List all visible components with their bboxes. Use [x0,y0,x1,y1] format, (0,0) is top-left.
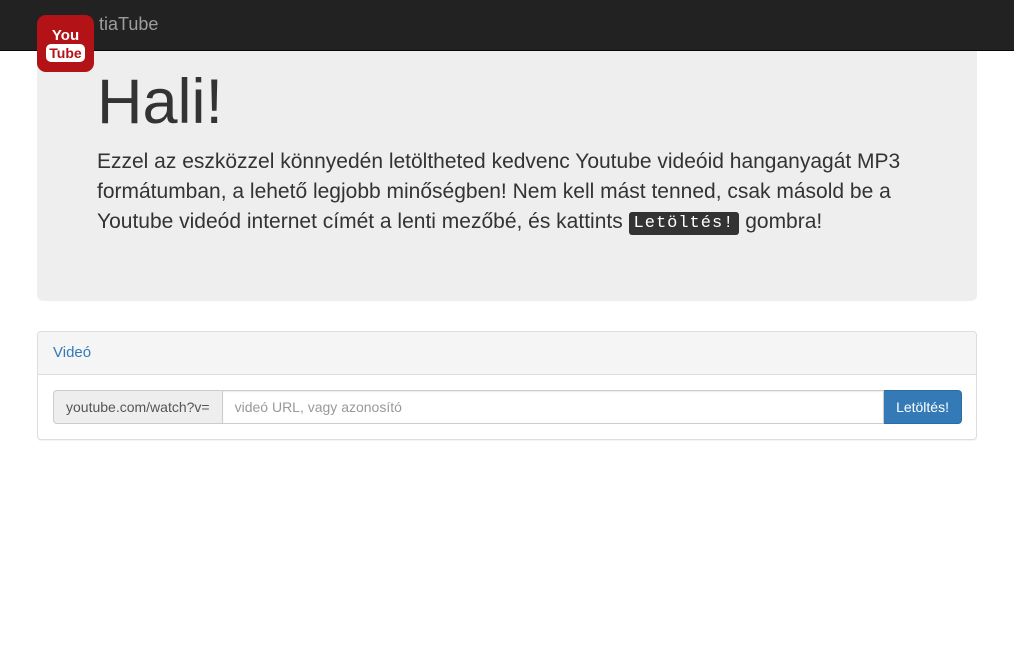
download-keyword: Letöltés! [628,212,740,235]
video-url-input[interactable] [221,390,885,424]
youtube-logo-graphic: You Tube [46,27,85,62]
url-input-group: youtube.com/watch?v= Letöltés! [53,390,962,424]
panel-heading: Videó [38,332,976,375]
video-heading-link[interactable]: Videó [53,344,91,361]
url-prefix-addon: youtube.com/watch?v= [53,390,222,424]
youtube-logo-icon[interactable]: You Tube [37,15,94,72]
hero-title: Hali! [97,67,224,137]
logo-text-tube: Tube [49,45,82,61]
logo-text-you: You [52,27,79,44]
brand-link[interactable]: tiaTube [99,14,158,34]
top-navbar: tiaTube [0,0,1014,51]
hero-jumbotron: Hali! Ezzel az eszközzel könnyedén letöl… [37,51,977,301]
video-panel: Videó youtube.com/watch?v= Letöltés! [37,331,977,440]
hero-description-end: gombra! [739,210,823,233]
hero-description: Ezzel az eszközzel könnyedén letöltheted… [97,147,927,237]
download-button[interactable]: Letöltés! [884,390,962,424]
